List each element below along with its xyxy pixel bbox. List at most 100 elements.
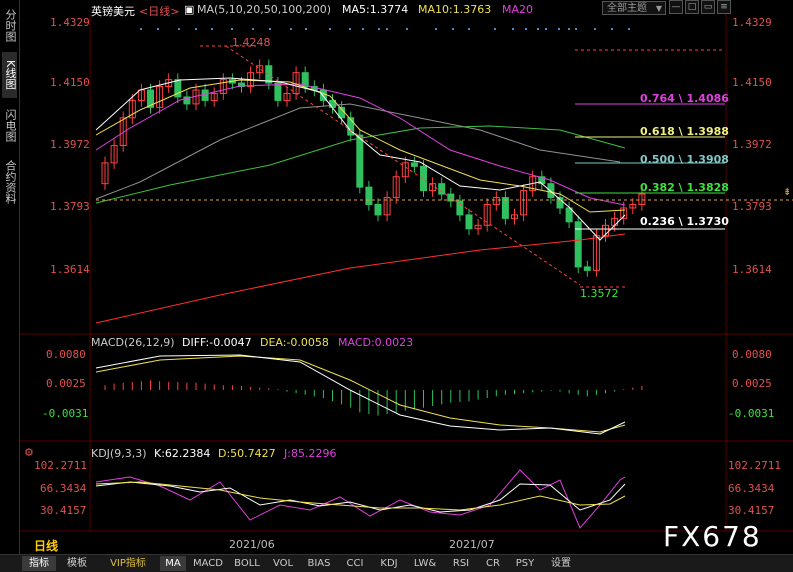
macd-title: MACD(26,12,9) [91,336,175,349]
price-axis-label: 1.3614 [50,263,90,276]
tab-kline-chart[interactable]: K线图 [2,52,17,98]
price-axis-label-right: 1.4329 [732,16,772,29]
macd-diff: DIFF:-0.0047 [182,336,252,349]
tab-time-chart[interactable]: 分时图 [2,4,17,46]
macd-axis-label-right: 0.0025 [732,377,772,390]
tab-settings[interactable]: 设置 [544,556,578,571]
event-dot [231,28,233,30]
tab-psy[interactable]: PSY [510,556,540,571]
price-axis-label: 1.3793 [50,200,90,213]
event-dot [452,28,454,30]
kdj-settings-icon[interactable]: ⚙ [24,446,34,459]
tab-vip-indicators[interactable]: VIP指标 [100,556,156,571]
macd-axis-label: 0.0025 [46,377,86,390]
price-axis-label: 1.4329 [50,16,90,29]
tab-indicators[interactable]: 指标 [22,556,56,571]
event-dot [290,28,292,30]
event-dot [494,28,496,30]
macd-diff-line [95,354,626,435]
candle-body [583,266,591,271]
kdj-axis-label-right: 30.4157 [728,504,775,517]
macd-dea-line [95,355,626,433]
fib-level-label: 0.382 \ 1.3828 [640,181,729,194]
candle-body [365,186,373,205]
tab-boll[interactable]: BOLL [230,556,264,571]
candle-body [565,207,573,223]
candle-body [410,162,418,167]
tab-cr[interactable]: CR [480,556,506,571]
tab-flash-chart[interactable]: 闪电图 [2,102,17,148]
kdj-title: KDJ(9,3,3) [91,447,147,460]
candle-body [274,82,282,101]
fib-level-label: 0.618 \ 1.3988 [640,125,729,138]
tab-rsi[interactable]: RSI [446,556,476,571]
low-marker: 1.3572 [580,287,619,300]
kdj-d-line [95,481,626,511]
event-dot [611,28,613,30]
kdj-d: D:50.7427 [218,447,276,460]
event-dot [558,28,560,30]
event-dot [406,28,408,30]
tab-bias[interactable]: BIAS [302,556,336,571]
macd-axis-label: 0.0080 [46,348,86,361]
date-axis-label: 2021/06 [229,538,275,551]
event-dot [568,28,570,30]
price-axis-label-right: 1.3614 [732,263,772,276]
kdj-k: K:62.2384 [154,447,211,460]
tab-contract-info[interactable]: 合约资料 [2,152,17,212]
tab-kdj[interactable]: KDJ [374,556,404,571]
view-sidebar: 分时图 K线图 闪电图 合约资料 [0,0,20,554]
macd-dea: DEA:-0.0058 [260,336,329,349]
kdj-axis-label: 30.4157 [40,504,87,517]
price-axis-label-right: 1.3793 [732,200,772,213]
candle-body [465,214,473,230]
event-dot [525,28,527,30]
candle-body [356,134,364,188]
price-axis-label: 1.4150 [50,76,90,89]
event-dot [378,28,380,30]
ma200-line [95,233,626,324]
event-dot [545,28,547,30]
fib-level-label: 0.764 \ 1.4086 [640,92,729,105]
event-dot [252,28,254,30]
event-dot [468,28,470,30]
candlestick-chart[interactable] [20,0,793,554]
kdj-axis-label-right: 102.2711 [728,459,781,472]
current-price-arrow-icon: ⇟ [783,187,792,198]
tab-ma[interactable]: MA [160,556,186,571]
kdj-j: J:85.2296 [284,447,337,460]
date-axis-label: 2021/07 [449,538,495,551]
period-indicator: 日线 [34,539,59,553]
indicator-tab-bar: 指标 模板 VIP指标 MA MACD BOLL VOL BIAS CCI KD… [0,554,793,572]
kdj-axis-label: 66.3434 [40,482,87,495]
fib-level-label: 0.236 \ 1.3730 [640,215,729,228]
event-dot [594,28,596,30]
event-dot [628,28,630,30]
candle-body [374,203,382,216]
event-dot [537,28,539,30]
macd-axis-label: -0.0031 [42,407,89,420]
tab-templates[interactable]: 模板 [60,556,94,571]
event-dot [512,28,514,30]
event-dot [305,28,307,30]
high-marker: 1.4248 [232,36,271,49]
event-dot [211,28,213,30]
candle-body [501,197,509,219]
event-dot [349,28,351,30]
tab-cci[interactable]: CCI [340,556,370,571]
tab-lwr[interactable]: LW& [408,556,442,571]
fib-level-label: 0.500 \ 1.3908 [640,153,729,166]
price-axis-label-right: 1.3972 [732,138,772,151]
kdj-axis-label: 102.2711 [34,459,87,472]
price-axis-label-right: 1.4150 [732,76,772,89]
event-dot [575,28,577,30]
kdj-j-line [95,469,626,529]
tab-macd[interactable]: MACD [190,556,226,571]
event-dot [157,28,159,30]
tab-vol[interactable]: VOL [268,556,298,571]
candle-body [456,200,464,216]
macd-value: MACD:0.0023 [338,336,414,349]
price-axis-label: 1.3972 [50,138,90,151]
macd-axis-label-right: 0.0080 [732,348,772,361]
event-dot [329,28,331,30]
